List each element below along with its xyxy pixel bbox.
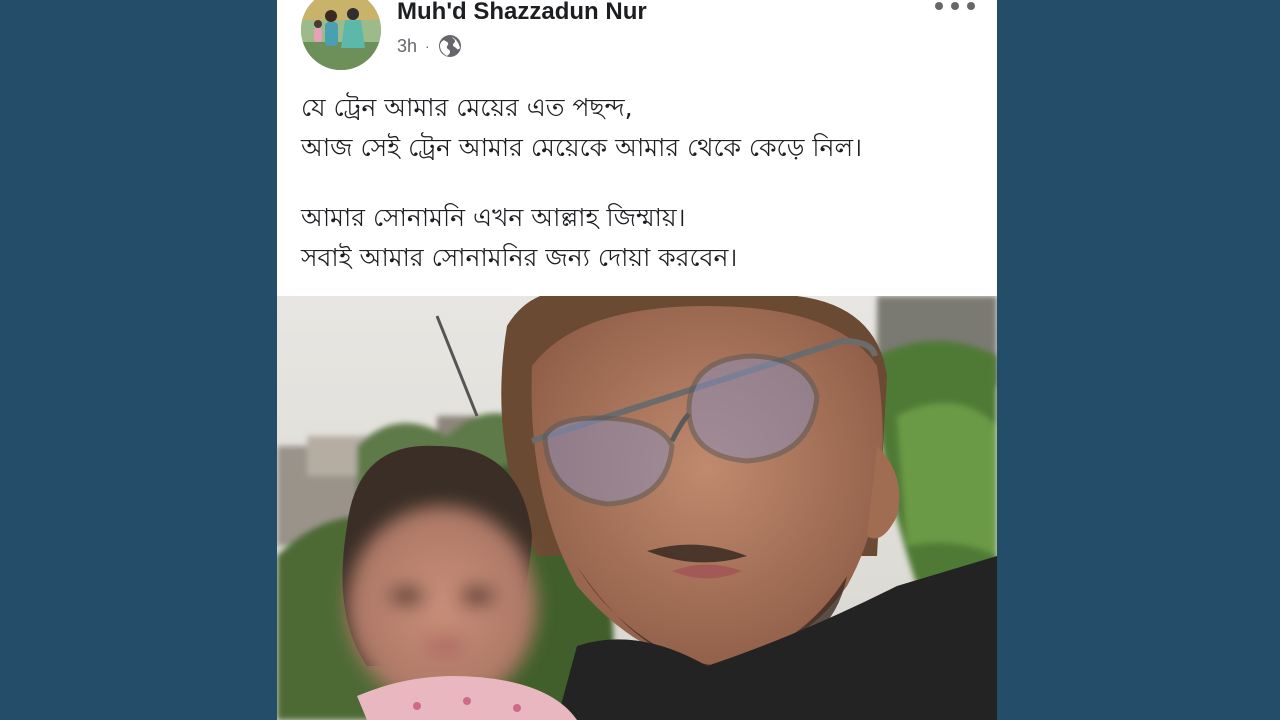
post-text-line: আজ সেই ট্রেন আমার মেয়েকে আমার থেকে কেড়… (301, 133, 863, 162)
globe-icon[interactable] (438, 34, 462, 58)
post-timestamp[interactable]: 3h (397, 36, 417, 57)
post-meta: 3h · (397, 34, 462, 58)
post-text-line: আমার সোনামনি এখন আল্লাহ জিম্মায়। (301, 203, 686, 232)
post-text: যে ট্রেন আমার মেয়ের এত পছন্দ, আজ সেই ট্… (301, 88, 981, 278)
facebook-post-card: Muh'd Shazzadun Nur 3h · যে ট্রেন আমার ম… (277, 0, 997, 720)
post-header: Muh'd Shazzadun Nur 3h · (277, 0, 997, 80)
post-photo[interactable] (277, 296, 997, 720)
more-dot (935, 2, 943, 10)
post-photo-image (277, 296, 997, 720)
more-dot (967, 2, 975, 10)
post-text-line: সবাই আমার সোনামনির জন্য দোয়া করবেন। (301, 243, 738, 272)
author-avatar[interactable] (301, 0, 381, 70)
meta-separator: · (425, 38, 430, 54)
author-name[interactable]: Muh'd Shazzadun Nur (397, 0, 647, 26)
more-options-icon[interactable] (935, 0, 975, 18)
more-dot (951, 2, 959, 10)
post-text-line: যে ট্রেন আমার মেয়ের এত পছন্দ, (301, 93, 633, 122)
screen-background: Muh'd Shazzadun Nur 3h · যে ট্রেন আমার ম… (0, 0, 1280, 720)
avatar-photo (301, 0, 381, 70)
